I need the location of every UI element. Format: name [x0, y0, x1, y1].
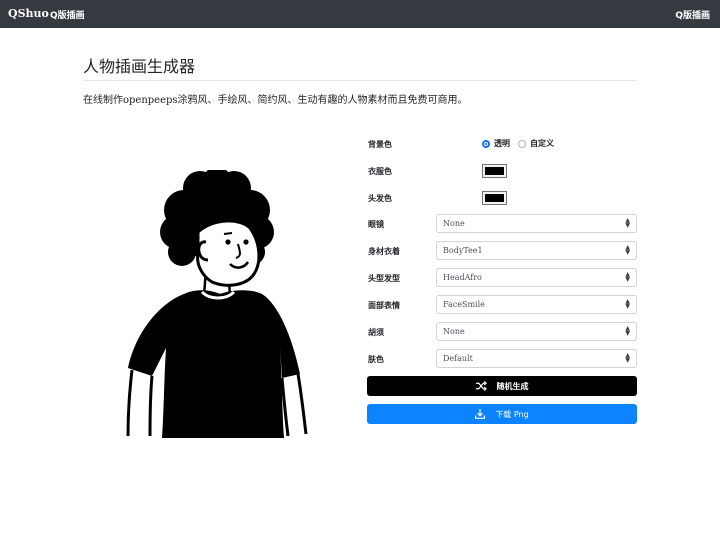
label-hair-color: 头发色 — [368, 194, 392, 203]
head-select[interactable]: HeadAfro ▲ ▼ — [436, 268, 637, 287]
person-illustration — [126, 170, 308, 438]
select-caret-icon: ▲ ▼ — [625, 352, 630, 364]
nav-link-q-illustration[interactable]: Q版插画 — [50, 8, 85, 21]
label-face: 面部表情 — [368, 301, 400, 310]
hair-color-fill — [485, 194, 504, 202]
radio-transparent[interactable]: 透明 — [482, 138, 510, 149]
label-beard: 胡须 — [368, 328, 384, 337]
face-select-value: FaceSmile — [443, 300, 485, 309]
hair-color-picker[interactable] — [482, 191, 507, 205]
shuffle-icon — [475, 381, 487, 391]
random-generate-button[interactable]: 随机生成 — [367, 376, 637, 396]
select-caret-icon: ▲ ▼ — [625, 271, 630, 283]
radio-custom[interactable]: 自定义 — [518, 138, 554, 149]
download-png-label: 下载 Png — [495, 409, 529, 419]
download-png-button[interactable]: 下载 Png — [367, 404, 637, 424]
body-select-value: BodyTee1 — [443, 246, 483, 255]
label-clothes-color: 衣服色 — [368, 167, 392, 176]
select-caret-icon: ▲ ▼ — [625, 325, 630, 337]
select-caret-icon: ▲ ▼ — [625, 298, 630, 310]
clothes-color-picker[interactable] — [482, 164, 507, 178]
radio-custom-indicator[interactable] — [518, 139, 526, 148]
label-body: 身材衣着 — [368, 247, 400, 256]
title-divider — [83, 80, 637, 81]
face-select[interactable]: FaceSmile ▲ ▼ — [436, 295, 637, 314]
label-skin: 肤色 — [368, 355, 384, 364]
glasses-select[interactable]: None ▲ ▼ — [436, 214, 637, 233]
background-radio-group: 透明 自定义 — [482, 138, 562, 149]
radio-transparent-indicator[interactable] — [482, 139, 490, 148]
label-background: 背景色 — [368, 140, 392, 149]
skin-select[interactable]: Default ▲ ▼ — [436, 349, 637, 368]
body-select[interactable]: BodyTee1 ▲ ▼ — [436, 241, 637, 260]
radio-custom-label: 自定义 — [530, 139, 554, 148]
glasses-select-value: None — [443, 219, 465, 228]
select-caret-icon: ▲ ▼ — [625, 217, 630, 229]
beard-select-value: None — [443, 327, 465, 336]
beard-select[interactable]: None ▲ ▼ — [436, 322, 637, 341]
skin-select-value: Default — [443, 354, 473, 363]
radio-transparent-label: 透明 — [494, 139, 510, 148]
download-icon — [475, 409, 486, 419]
head-select-value: HeadAfro — [443, 273, 482, 282]
top-navbar: QShuo Q版插画 Q版插画 — [0, 0, 720, 28]
clothes-color-fill — [485, 167, 504, 175]
random-generate-label: 随机生成 — [496, 381, 529, 391]
nav-link-q-illustration-right[interactable]: Q版插画 — [675, 8, 710, 21]
select-caret-icon: ▲ ▼ — [625, 244, 630, 256]
page-subtitle: 在线制作openpeeps涂鸦风、手绘风、简约风、生动有趣的人物素材而且免费可商… — [83, 95, 468, 106]
label-glasses: 眼镜 — [368, 220, 384, 229]
brand-logo[interactable]: QShuo — [8, 7, 49, 20]
label-head: 头型发型 — [368, 274, 400, 283]
page-title: 人物插画生成器 — [83, 57, 196, 76]
